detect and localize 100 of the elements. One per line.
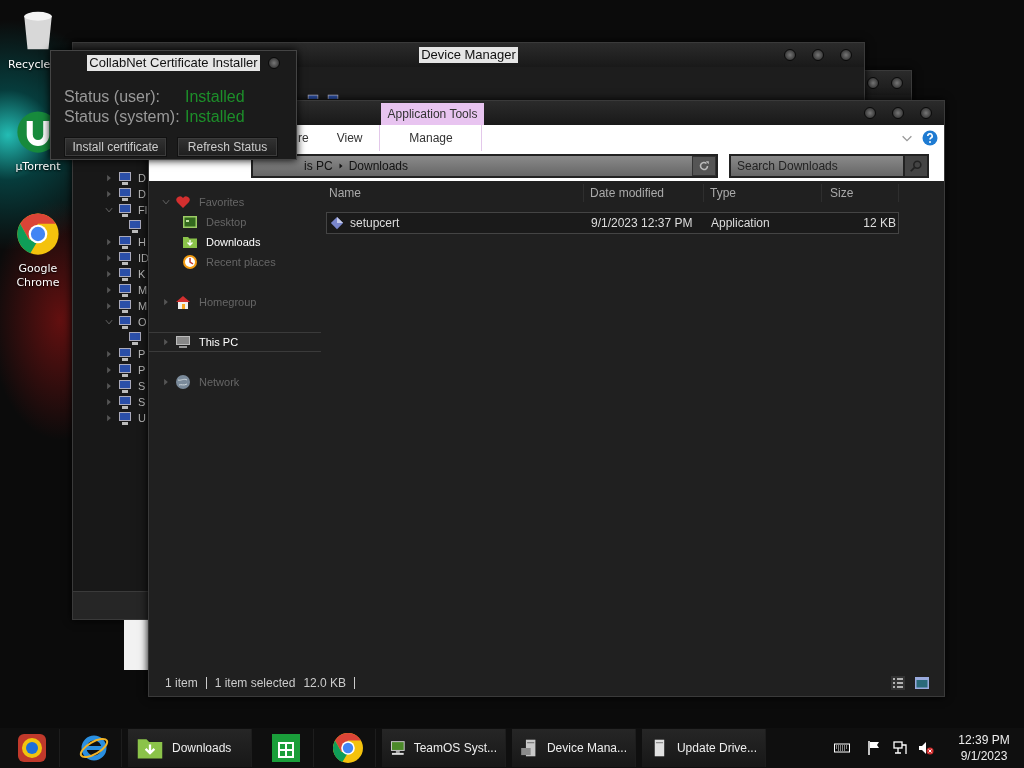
icon-label[interactable]: µTorrent [2, 160, 74, 174]
status-value: Installed [185, 87, 246, 107]
selection-size: 12.0 KB [303, 675, 347, 692]
icon-label[interactable]: Recycle [8, 58, 51, 72]
device-icon [117, 266, 133, 282]
muted-speaker-icon[interactable] [918, 740, 934, 756]
status-label: Status (system): [64, 107, 181, 127]
ribbon-tab[interactable]: View [322, 125, 380, 151]
window-control-button[interactable] [864, 107, 876, 119]
window-control-button[interactable] [784, 49, 796, 61]
tree-item-label[interactable]: H [138, 233, 146, 251]
nav-label: This PC [199, 334, 239, 350]
help-icon[interactable] [922, 130, 938, 146]
breadcrumb-arrow-icon [336, 162, 345, 170]
window-control-button[interactable] [891, 77, 903, 89]
taskbar-button[interactable]: Downloads [128, 729, 252, 767]
file-name: setupcert [350, 215, 400, 232]
tree-item-label[interactable]: ID [138, 249, 149, 267]
column-header[interactable]: Date modified [584, 184, 704, 202]
tree-item-label[interactable]: M [138, 281, 148, 299]
view-button[interactable] [914, 675, 930, 691]
tree-item-label[interactable]: P [138, 345, 146, 363]
device-icon [117, 346, 133, 362]
network-icon[interactable] [892, 740, 908, 756]
clock-time[interactable]: 12:39 PM [958, 732, 1010, 748]
window-control-button[interactable] [812, 49, 824, 61]
tree-item-label[interactable]: M [138, 297, 148, 315]
tree-item-label[interactable]: S [138, 377, 146, 395]
media-player-icon [15, 732, 48, 764]
refresh-icon [697, 159, 711, 173]
nav-item[interactable]: Downloads [149, 232, 321, 252]
tree-item-label[interactable]: P [138, 361, 146, 379]
window-control-button[interactable] [892, 107, 904, 119]
clock-icon [182, 254, 198, 270]
device-icon [117, 282, 133, 298]
device-icon [117, 202, 133, 218]
diamond-icon [330, 216, 344, 230]
date-cell-text: 9/1/2023 12:37 PM [590, 215, 694, 232]
tree-item-label[interactable]: K [138, 265, 146, 283]
device-icon [117, 378, 133, 394]
window-control-button[interactable] [268, 57, 280, 69]
nav-label: Network [199, 374, 240, 390]
tree-item-label[interactable]: U [138, 409, 146, 427]
heart-icon [175, 194, 191, 210]
view-button[interactable] [890, 675, 906, 691]
monitor-icon [175, 334, 191, 350]
device-icon [117, 394, 133, 410]
device-icon [117, 234, 133, 250]
taskbar-button[interactable]: TeamOS Syst... [382, 729, 506, 767]
nav-label: Favorites [199, 194, 245, 210]
type-cell-text: Application [710, 215, 771, 232]
nav-label: Recent places [206, 254, 276, 270]
column-header[interactable]: Type [704, 184, 822, 202]
ribbon-tab[interactable]: re [298, 125, 323, 151]
window-title: Device Manager [419, 47, 518, 63]
house-icon [175, 294, 191, 310]
search-field[interactable]: Search Downloads [729, 154, 905, 178]
nav-label: Desktop [206, 214, 247, 230]
taskbar-button[interactable]: Device Mana... [512, 729, 636, 767]
column-header[interactable]: Name [326, 184, 584, 202]
flag-icon[interactable] [866, 740, 882, 756]
context-tab-label[interactable]: Application Tools [381, 103, 484, 125]
nav-label: Homegroup [199, 294, 257, 310]
device-icon [117, 250, 133, 266]
device-icon [117, 298, 133, 314]
search-icon [909, 159, 923, 173]
taskbar-button[interactable]: Update Drive... [642, 729, 766, 767]
download-folder-icon [182, 234, 198, 250]
icon-label[interactable]: Google Chrome [2, 262, 74, 290]
device-icon [117, 362, 133, 378]
status-label: Status (user): [64, 87, 162, 107]
tree-item-label[interactable]: S [138, 393, 146, 411]
browser-logo-icon[interactable] [16, 212, 60, 256]
store-bag-icon [269, 732, 302, 764]
device-icon [127, 330, 143, 346]
tree-item-label[interactable]: D [138, 169, 146, 187]
dialog-title: CollabNet Certificate Installer [87, 55, 260, 71]
device-icon [117, 410, 133, 426]
preview-pane-icon [914, 675, 930, 691]
nav-label: Downloads [206, 234, 261, 250]
dialog-button[interactable]: Refresh Status [177, 137, 278, 157]
tree-item-label[interactable]: D [138, 185, 146, 203]
tree-item-label[interactable]: O [138, 313, 147, 331]
desktop-icon [182, 214, 198, 230]
address-bar[interactable]: is PC Downloads [251, 154, 718, 178]
file-row[interactable]: setupcert 9/1/2023 12:37 PM Application 12 KB [326, 212, 899, 234]
clock-date[interactable]: 9/1/2023 [960, 748, 1008, 764]
breadcrumb-item[interactable]: is PC [304, 157, 333, 175]
window-control-button[interactable] [920, 107, 932, 119]
window-control-button[interactable] [867, 77, 879, 89]
nav-item[interactable]: This PC [149, 332, 321, 352]
window-control-button[interactable] [840, 49, 852, 61]
window-fragment [124, 620, 148, 670]
dialog-button[interactable]: Install certificate [64, 137, 167, 157]
column-header[interactable]: Size [822, 184, 899, 202]
refresh-button[interactable] [692, 156, 716, 176]
tree-item-label[interactable]: Fl [138, 201, 148, 219]
item-count: 1 item [165, 675, 198, 692]
size-cell-text: 12 KB [862, 215, 897, 232]
breadcrumb-item[interactable]: Downloads [348, 157, 409, 175]
